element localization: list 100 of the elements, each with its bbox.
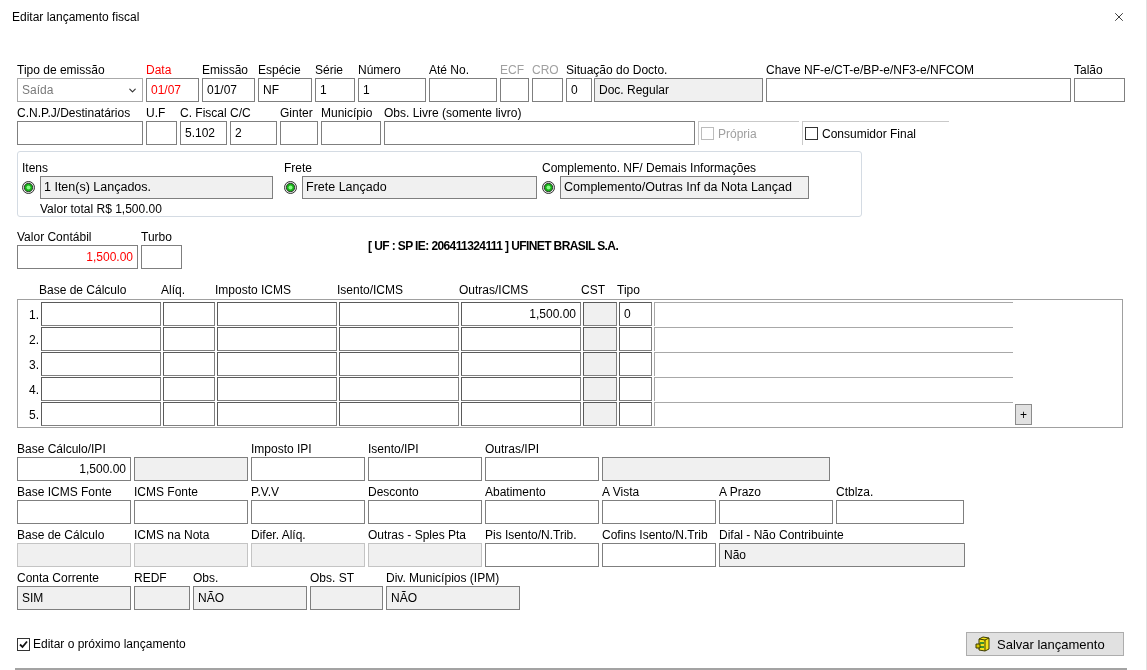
input-field[interactable]: 2 [230, 121, 277, 145]
input-field[interactable] [134, 500, 248, 524]
grid-cell[interactable] [217, 402, 337, 426]
input-field[interactable]: NF [258, 78, 312, 102]
input-field[interactable] [134, 586, 190, 610]
input-field[interactable] [310, 586, 383, 610]
grid-cell[interactable] [339, 352, 459, 376]
grid-cell[interactable] [619, 377, 652, 401]
grid-cell[interactable] [217, 352, 337, 376]
input-field[interactable] [146, 121, 177, 145]
input-field[interactable] [251, 543, 365, 567]
input-field[interactable] [429, 78, 497, 102]
grid-cell[interactable] [339, 327, 459, 351]
grid-cell[interactable] [163, 302, 215, 326]
input-field[interactable] [368, 543, 482, 567]
input-field[interactable] [134, 457, 248, 481]
input-field[interactable] [719, 500, 833, 524]
grid-cell[interactable] [583, 402, 617, 426]
input-field[interactable]: 0 [566, 78, 592, 102]
grid-cell[interactable] [583, 302, 617, 326]
grid-cell[interactable] [163, 352, 215, 376]
grid-cell[interactable] [583, 377, 617, 401]
input-field[interactable]: Frete Lançado [302, 176, 537, 199]
input-field[interactable] [602, 500, 716, 524]
grid-cell[interactable] [163, 377, 215, 401]
input-field[interactable] [280, 121, 318, 145]
input-field[interactable] [17, 500, 131, 524]
field-label: Série [315, 63, 343, 77]
input-field[interactable] [251, 500, 365, 524]
grid-cell[interactable] [217, 327, 337, 351]
field-label: P.V.V [251, 485, 280, 499]
grid-cell[interactable] [583, 352, 617, 376]
input-field[interactable] [602, 457, 830, 481]
input-field[interactable] [321, 121, 381, 145]
input-field[interactable] [368, 500, 482, 524]
input-field[interactable] [532, 78, 563, 102]
input-field[interactable]: 1 [358, 78, 426, 102]
input-field[interactable]: Complemento/Outras Inf da Nota Lançad [560, 176, 809, 199]
grid-cell[interactable] [217, 377, 337, 401]
grid-cell[interactable] [41, 352, 161, 376]
input-field[interactable]: 1,500.00 [17, 245, 138, 269]
checkbox[interactable] [805, 127, 818, 140]
field-label: Conta Corrente [17, 571, 100, 585]
input-field[interactable]: SIM [17, 586, 131, 610]
input-field[interactable] [17, 543, 131, 567]
input-field[interactable] [602, 543, 716, 567]
grid-cell[interactable] [654, 352, 1013, 376]
input-field[interactable]: Não [719, 543, 965, 567]
input-field[interactable]: NÃO [386, 586, 520, 610]
field-label: Isento/IPI [368, 442, 419, 456]
grid-cell[interactable] [654, 377, 1013, 401]
grid-cell[interactable] [654, 302, 1013, 326]
input-field[interactable]: 5.102 [180, 121, 227, 145]
grid-cell[interactable] [619, 402, 652, 426]
grid-cell[interactable] [41, 377, 161, 401]
input-field[interactable] [485, 500, 599, 524]
input-field[interactable] [766, 78, 1071, 102]
grid-cell[interactable] [41, 302, 161, 326]
checkbox[interactable] [17, 637, 30, 651]
input-field[interactable] [500, 78, 529, 102]
grid-cell[interactable] [217, 302, 337, 326]
grid-cell[interactable] [654, 402, 1013, 426]
save-button[interactable]: Salvar lançamento [966, 632, 1124, 656]
input-field[interactable]: 1 [315, 78, 355, 102]
input-field[interactable] [17, 121, 143, 145]
input-field[interactable]: 1,500.00 [17, 457, 131, 481]
grid-cell[interactable]: 0 [619, 302, 652, 326]
grid-cell[interactable] [339, 302, 459, 326]
grid-cell[interactable] [461, 327, 581, 351]
field-label: Ctblza. [836, 485, 874, 499]
input-field[interactable] [485, 543, 599, 567]
input-field[interactable]: Doc. Regular [594, 78, 763, 102]
grid-cell[interactable] [339, 377, 459, 401]
grid-cell[interactable] [583, 327, 617, 351]
input-field[interactable]: NÃO [193, 586, 307, 610]
grid-cell[interactable] [41, 327, 161, 351]
grid-cell[interactable] [619, 352, 652, 376]
input-field[interactable] [141, 245, 182, 269]
dropdown[interactable]: Saída [17, 78, 143, 102]
grid-cell[interactable] [461, 352, 581, 376]
input-field[interactable] [485, 457, 599, 481]
grid-cell[interactable] [339, 402, 459, 426]
grid-cell[interactable] [654, 327, 1013, 351]
input-field[interactable] [384, 121, 695, 145]
input-field[interactable] [251, 457, 365, 481]
input-field[interactable] [1074, 78, 1125, 102]
grid-cell[interactable] [619, 327, 652, 351]
grid-cell[interactable] [163, 327, 215, 351]
input-field[interactable] [134, 543, 248, 567]
input-field[interactable] [836, 500, 964, 524]
grid-cell[interactable] [41, 402, 161, 426]
grid-cell[interactable] [461, 377, 581, 401]
grid-cell[interactable] [163, 402, 215, 426]
input-field[interactable] [368, 457, 482, 481]
grid-cell[interactable] [461, 402, 581, 426]
grid-cell[interactable]: 1,500.00 [461, 302, 581, 326]
input-field[interactable]: 1 Iten(s) Lançados. [40, 176, 273, 199]
add-button[interactable]: + [1015, 404, 1032, 425]
input-field[interactable]: 01/07 [146, 78, 199, 102]
input-field[interactable]: 01/07 [202, 78, 255, 102]
